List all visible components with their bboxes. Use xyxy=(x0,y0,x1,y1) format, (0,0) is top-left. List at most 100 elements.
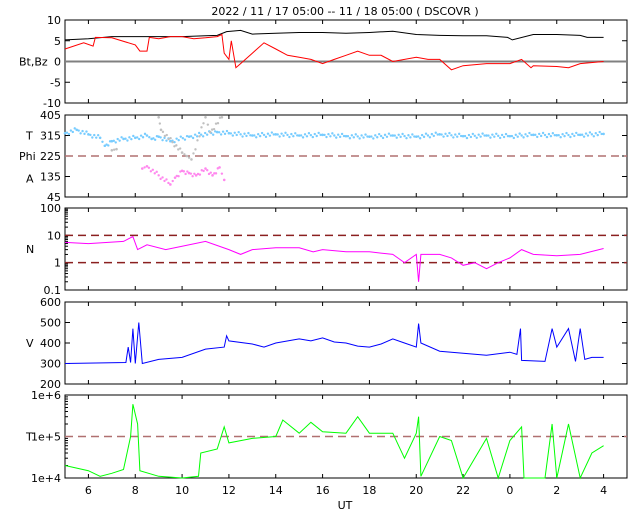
series-phi-away-point xyxy=(206,169,209,172)
series-phi-toward-point xyxy=(502,135,506,139)
x-tick-label: 6 xyxy=(85,484,92,497)
series-phi-other-point xyxy=(194,148,197,151)
series-phi-toward-point xyxy=(452,136,455,139)
series-phi-toward-point xyxy=(91,136,94,139)
series-phi-toward-point xyxy=(153,138,157,141)
series-phi-toward-point xyxy=(276,133,279,136)
series-phi-toward-point xyxy=(395,136,398,139)
series-phi-toward-point xyxy=(112,139,115,143)
series-phi-toward-point xyxy=(81,129,84,133)
series-phi-away-point xyxy=(191,175,194,178)
series-phi-toward-point xyxy=(481,132,484,135)
series-phi-toward-point xyxy=(175,137,178,140)
series-phi-toward-point xyxy=(260,131,264,135)
series-phi-toward-point xyxy=(471,132,475,136)
series-phi-toward-point xyxy=(409,136,412,139)
panel-1: 1050-5-10Bt,Bz xyxy=(19,14,628,110)
series-phi-toward-point xyxy=(432,134,436,138)
y-tick-label: 1e+4 xyxy=(31,472,61,485)
series-phi-toward-point xyxy=(534,133,537,137)
series-phi-toward-point xyxy=(354,133,357,136)
series-phi-toward-point xyxy=(278,135,281,138)
series-phi-toward-point xyxy=(256,133,260,136)
series-phi-toward-point xyxy=(528,131,531,135)
series-phi-toward-point xyxy=(107,144,110,147)
series-phi-toward-point xyxy=(223,132,227,136)
y-axis-label: Phi xyxy=(19,150,36,163)
series-phi-toward-point xyxy=(124,137,127,140)
series-phi-toward-point xyxy=(372,137,375,140)
series-phi-away-point xyxy=(189,172,193,175)
series-phi-toward-point xyxy=(286,133,289,137)
series-phi-toward-point xyxy=(301,136,305,139)
series-phi-toward-point xyxy=(424,132,428,135)
y-tick-label: 5 xyxy=(54,35,61,48)
series-phi-toward-point xyxy=(504,132,508,136)
series-phi-away-point xyxy=(153,172,156,175)
series-phi-toward-point xyxy=(520,134,523,137)
y-tick-label: 1e+6 xyxy=(31,389,61,402)
series-phi-toward-point xyxy=(590,133,594,136)
series-phi-toward-point xyxy=(95,136,98,139)
series-phi-toward-point xyxy=(479,135,482,138)
series-phi-toward-point xyxy=(79,132,82,135)
series-phi-toward-point xyxy=(385,135,389,138)
series-phi-toward-point xyxy=(253,134,256,137)
series-phi-toward-point xyxy=(356,135,359,138)
series-phi-away-point xyxy=(149,170,153,173)
series-phi-away-point xyxy=(155,170,158,174)
series-phi-toward-point xyxy=(303,133,307,136)
series-phi-toward-point xyxy=(491,133,494,136)
series-phi-toward-point xyxy=(352,136,356,139)
series-phi-away-point xyxy=(182,170,186,173)
series-phi-toward-point xyxy=(69,129,73,132)
series-phi-toward-point xyxy=(327,132,330,136)
series-phi-away-point xyxy=(140,167,144,170)
series-phi-toward-point xyxy=(473,134,476,138)
series-phi-toward-point xyxy=(401,132,404,136)
series-phi-toward-point xyxy=(444,132,447,136)
series-phi-toward-point xyxy=(161,138,164,142)
series-phi-toward-point xyxy=(434,131,437,134)
series-phi-toward-point xyxy=(475,136,478,139)
series-phi-toward-point xyxy=(493,135,496,138)
series-phi-toward-point xyxy=(317,131,320,135)
series-phi-toward-point xyxy=(586,134,590,137)
series-phi-toward-point xyxy=(299,134,303,137)
series-phi-toward-point xyxy=(262,133,266,137)
series-phi-toward-point xyxy=(181,136,185,140)
series-phi-away-point xyxy=(165,178,168,181)
series-phi-away-point xyxy=(157,174,160,177)
series-phi-toward-point xyxy=(143,132,147,136)
chart-title: 2022 / 11 / 17 05:00 -- 11 / 18 05:00 ( … xyxy=(211,5,478,18)
series-phi-toward-point xyxy=(329,135,332,138)
y-tick-label: 400 xyxy=(40,337,61,350)
series-phi-toward-point xyxy=(233,131,236,134)
series-phi-other-point xyxy=(198,135,201,138)
series-bz-line xyxy=(64,33,604,71)
series-phi-toward-point xyxy=(393,134,396,137)
series-phi-toward-point xyxy=(602,132,605,136)
series-phi-other-point xyxy=(112,148,116,151)
series-phi-other-point xyxy=(171,141,174,144)
series-phi-toward-point xyxy=(294,132,297,135)
y-tick-label: 1e+5 xyxy=(31,431,61,444)
series-phi-toward-point xyxy=(311,135,315,139)
series-phi-toward-point xyxy=(130,137,133,141)
series-phi-toward-point xyxy=(241,135,244,138)
series-phi-toward-point xyxy=(588,131,592,134)
series-phi-other-point xyxy=(169,136,172,140)
series-phi-other-point xyxy=(175,144,178,147)
series-phi-toward-point xyxy=(148,136,151,139)
series-phi-toward-point xyxy=(183,138,187,141)
series-phi-other-point xyxy=(187,156,191,159)
series-phi-toward-point xyxy=(235,133,238,137)
series-phi-toward-point xyxy=(177,138,180,142)
series-phi-toward-point xyxy=(370,135,373,138)
series-phi-toward-point xyxy=(596,133,599,137)
series-phi-toward-point xyxy=(77,129,80,132)
series-phi-toward-point xyxy=(417,135,420,138)
series-phi-toward-point xyxy=(338,135,342,139)
series-phi-other-point xyxy=(190,158,193,161)
series-phi-toward-point xyxy=(456,135,459,138)
